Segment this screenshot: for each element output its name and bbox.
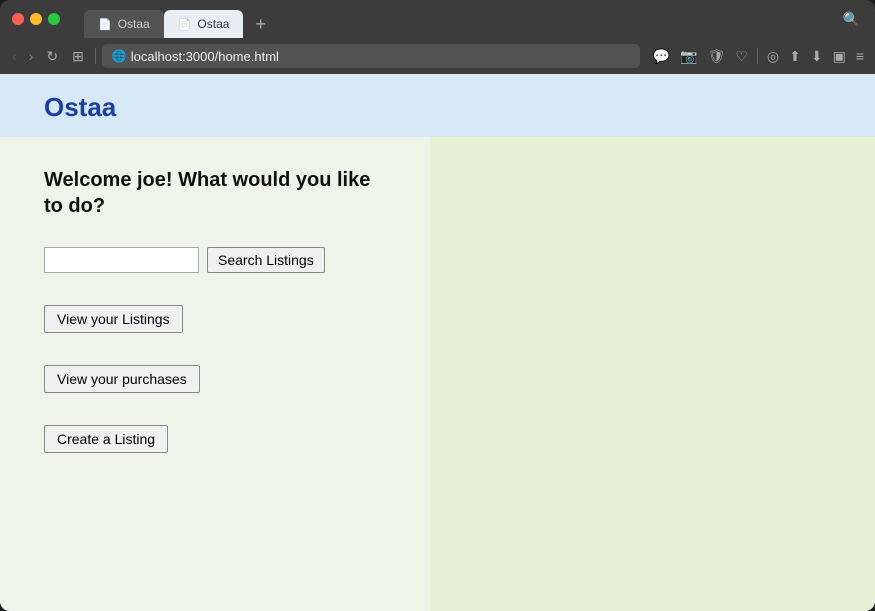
app-title: Ostaa: [44, 92, 831, 123]
browser-search-icon[interactable]: 🔍: [840, 9, 863, 30]
menu-icon[interactable]: ≡: [853, 46, 867, 66]
reload-button[interactable]: ↻: [41, 46, 63, 67]
messages-icon[interactable]: 💬: [650, 46, 673, 67]
close-button[interactable]: [12, 13, 24, 25]
view-purchases-button[interactable]: View your purchases: [44, 365, 200, 393]
maximize-button[interactable]: [48, 13, 60, 25]
download-icon[interactable]: ⬇: [808, 46, 826, 67]
separator-2: [757, 48, 758, 64]
tab-2-label: Ostaa: [197, 17, 229, 31]
page-body: Welcome joe! What would you like to do? …: [0, 137, 875, 611]
search-row: Search Listings: [44, 247, 386, 273]
url-input[interactable]: [131, 49, 630, 64]
tabs-area: 📄 Ostaa 📄 Ostaa +: [84, 0, 832, 38]
page-content: Ostaa Welcome joe! What would you like t…: [0, 74, 875, 611]
tabs-icon[interactable]: ▣: [830, 46, 849, 67]
right-panel: [430, 137, 875, 611]
shield-icon[interactable]: 🛡: [705, 46, 729, 67]
view-listings-button[interactable]: View your Listings: [44, 305, 183, 333]
browser-window: 📄 Ostaa 📄 Ostaa + 🔍 ‹ › ↻ ⊞ 🌐 💬 📷 🛡 ♡: [0, 0, 875, 611]
welcome-message: Welcome joe! What would you like to do?: [44, 167, 386, 219]
tab-1-icon: 📄: [98, 18, 112, 31]
tab-2-icon: 📄: [178, 18, 192, 31]
forward-button[interactable]: ›: [25, 46, 38, 66]
camera-icon[interactable]: 📷: [677, 46, 700, 67]
search-listings-button[interactable]: Search Listings: [207, 247, 325, 273]
share-icon[interactable]: ⬆: [786, 46, 804, 67]
tab-1[interactable]: 📄 Ostaa: [84, 10, 164, 38]
tab-1-label: Ostaa: [118, 17, 150, 31]
tracking-icon[interactable]: ◎: [764, 46, 782, 67]
tab-2[interactable]: 📄 Ostaa: [164, 10, 244, 38]
separator-1: [95, 48, 96, 64]
new-tab-button[interactable]: +: [247, 10, 274, 38]
navigation-bar: ‹ › ↻ ⊞ 🌐 💬 📷 🛡 ♡ ◎ ⬆ ⬇ ▣ ≡: [0, 38, 875, 74]
left-panel: Welcome joe! What would you like to do? …: [0, 137, 430, 611]
page-header: Ostaa: [0, 74, 875, 137]
heart-icon[interactable]: ♡: [732, 46, 751, 67]
minimize-button[interactable]: [30, 13, 42, 25]
create-listing-button[interactable]: Create a Listing: [44, 425, 168, 453]
search-input[interactable]: [44, 247, 199, 273]
title-bar: 📄 Ostaa 📄 Ostaa + 🔍: [0, 0, 875, 38]
grid-button[interactable]: ⊞: [67, 46, 89, 67]
traffic-lights: [12, 13, 60, 25]
toolbar-right-icons: 💬 📷 🛡 ♡ ◎ ⬆ ⬇ ▣ ≡: [650, 46, 867, 67]
back-button[interactable]: ‹: [8, 46, 21, 66]
globe-icon: 🌐: [112, 49, 127, 63]
url-bar[interactable]: 🌐: [102, 44, 640, 68]
